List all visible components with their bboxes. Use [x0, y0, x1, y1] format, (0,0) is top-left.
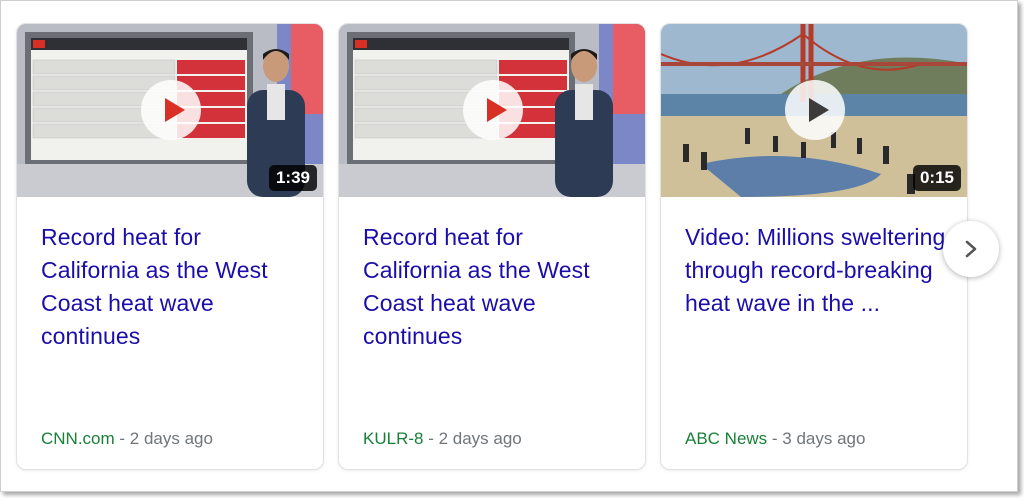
video-thumbnail[interactable]: 1:39 [17, 24, 323, 197]
video-thumbnail[interactable]: 0:15 [661, 24, 967, 197]
video-age: - 2 days ago [423, 429, 522, 448]
video-meta: CNN.com - 2 days ago [41, 429, 213, 449]
video-card[interactable]: Record heat for California as the West C… [338, 23, 646, 470]
video-duration: 0:15 [912, 165, 961, 191]
video-title[interactable]: Record heat for California as the West C… [363, 221, 625, 353]
play-icon[interactable] [463, 80, 523, 140]
play-icon[interactable] [785, 80, 845, 140]
next-button[interactable] [943, 221, 999, 277]
video-source: ABC News [685, 429, 768, 448]
video-source: KULR-8 [363, 429, 424, 448]
play-icon[interactable] [141, 80, 201, 140]
video-carousel: 1:39 Record heat for California as the W… [0, 0, 1018, 492]
video-card[interactable]: 1:39 Record heat for California as the W… [16, 23, 324, 470]
video-thumbnail[interactable] [339, 24, 645, 197]
video-card[interactable]: 0:15 Video: Millions sweltering through … [660, 23, 968, 470]
video-meta: KULR-8 - 2 days ago [363, 429, 522, 449]
video-duration: 1:39 [268, 165, 317, 191]
video-source: CNN.com [41, 429, 115, 448]
video-age: - 2 days ago [114, 429, 213, 448]
video-title[interactable]: Record heat for California as the West C… [41, 221, 303, 353]
chevron-right-icon [965, 240, 977, 258]
video-meta: ABC News - 3 days ago [685, 429, 865, 449]
video-title[interactable]: Video: Millions sweltering through recor… [685, 221, 947, 320]
video-age: - 3 days ago [767, 429, 866, 448]
